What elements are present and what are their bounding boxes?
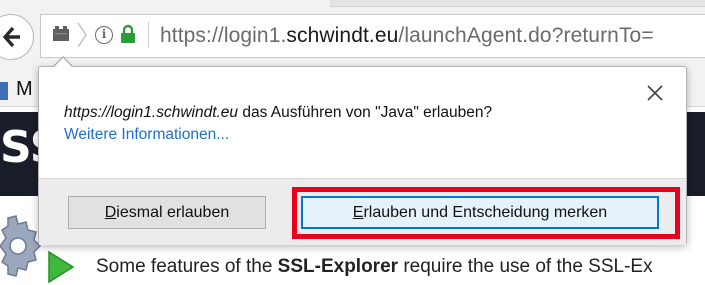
popup-message: https://login1.schwindt.eu das Ausführen… bbox=[64, 104, 492, 122]
popup-question: das Ausführen von "Java" erlauben? bbox=[238, 104, 493, 121]
url-divider bbox=[148, 22, 149, 48]
allow-once-accel: D bbox=[104, 204, 117, 221]
info-icon[interactable]: i bbox=[95, 26, 113, 44]
popup-arrow-fill bbox=[53, 58, 73, 68]
bookmark-icon[interactable] bbox=[0, 82, 8, 100]
allow-once-label: iesmal erlauben bbox=[116, 204, 230, 221]
page-intro-text: Some features of the SSL-Explorer requir… bbox=[96, 256, 653, 278]
close-icon[interactable] bbox=[643, 81, 667, 105]
tab-strip-edge bbox=[330, 0, 705, 7]
url-text[interactable]: https://login1.schwindt.eu/launchAgent.d… bbox=[160, 22, 654, 50]
annotation-highlight-frame bbox=[292, 187, 680, 239]
back-button[interactable] bbox=[0, 14, 34, 60]
lock-icon[interactable] bbox=[120, 24, 136, 44]
popup-site: https://login1.schwindt.eu bbox=[64, 104, 239, 121]
url-host: schwindt.eu bbox=[286, 24, 399, 47]
play-icon bbox=[48, 250, 75, 284]
plugin-icon[interactable] bbox=[52, 26, 70, 42]
intro-text-start: Some features of the bbox=[96, 256, 278, 277]
intro-text-end: require the use of the SSL-Ex bbox=[398, 256, 653, 277]
back-arrow-icon bbox=[3, 26, 20, 48]
chevron-right-icon bbox=[77, 22, 87, 48]
url-path: /launchAgent.do?returnTo= bbox=[398, 24, 654, 47]
bookmark-label[interactable]: M bbox=[16, 78, 33, 101]
more-info-link[interactable]: Weitere Informationen... bbox=[64, 126, 229, 144]
url-scheme: https://login1. bbox=[160, 24, 287, 47]
allow-once-button[interactable]: Diesmal erlauben bbox=[68, 196, 266, 229]
browser-toolbar: i https://login1.schwindt.eu/launchAgent… bbox=[0, 0, 705, 74]
product-name: SSL-Explorer bbox=[277, 256, 399, 277]
